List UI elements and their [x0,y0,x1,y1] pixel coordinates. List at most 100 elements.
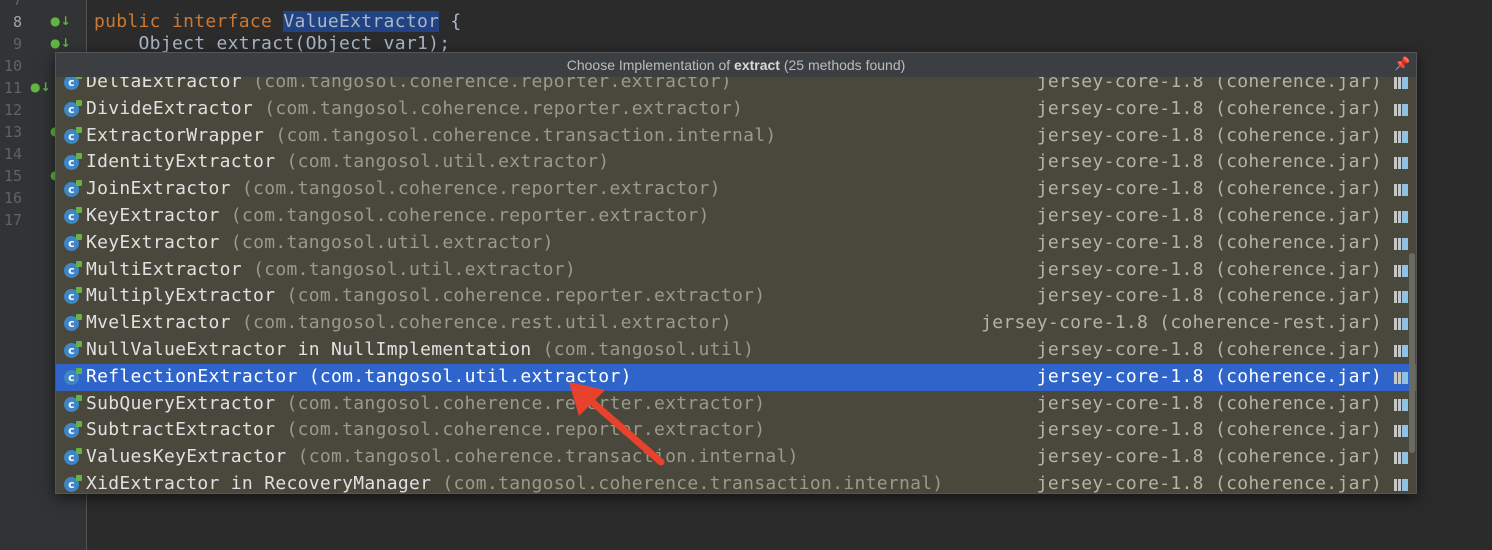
popup-scrollbar[interactable] [1409,253,1415,453]
library-label: jersey-core-1.8 (coherence.jar) [1036,446,1382,468]
library-icon [1394,291,1408,304]
implementation-name: XidExtractor in RecoveryManager (com.tan… [86,471,944,494]
library-icon [1394,318,1408,331]
implemented-icon[interactable]: ●↓ [30,80,51,94]
code-editor[interactable]: 78●↓9●↓1011●↓1213●↓1415●↓1617 public int… [0,0,1492,550]
package-name: (com.tangosol.coherence.reporter.extract… [286,285,766,307]
implementation-name: MvelExtractor (com.tangosol.coherence.re… [86,310,732,337]
class-icon: c [64,206,82,224]
implementation-item[interactable]: c ExtractorWrapper (com.tangosol.coherenc… [56,123,1416,150]
library-label: jersey-core-1.8 (coherence.jar) [1036,231,1382,253]
implementation-item[interactable]: c KeyExtractor (com.tangosol.util.extract… [56,230,1416,257]
line-number: 11 [3,79,22,97]
code-line-8[interactable]: public interface ValueExtractor { [94,11,462,33]
package-name: (com.tangosol.coherence.rest.util.extrac… [241,312,732,334]
implementation-item[interactable]: c JoinExtractor (com.tangosol.coherence.r… [56,176,1416,203]
library-icon [1394,478,1408,491]
library-label: jersey-core-1.8 (coherence.jar) [1036,124,1382,146]
implementation-item[interactable]: c ValuesKeyExtractor (com.tangosol.cohere… [56,444,1416,471]
pin-icon[interactable]: 📌 [1394,57,1410,71]
implementation-item[interactable]: c IdentityExtractor (com.tangosol.util.ex… [56,149,1416,176]
library-icon [1394,184,1408,197]
class-icon: c [64,394,82,412]
implementation-item[interactable]: c SubtractExtractor (com.tangosol.coheren… [56,417,1416,444]
library-label: jersey-core-1.8 (coherence.jar) [1036,365,1382,387]
implementation-item[interactable]: c ReflectionExtractor (com.tangosol.util.… [56,363,1416,391]
class-icon: c [64,180,82,198]
package-name: (com.tangosol.util.extractor) [253,258,577,280]
code-brace: { [439,11,462,32]
package-name: (com.tangosol.coherence.reporter.extract… [241,178,721,200]
line-number: 12 [3,101,22,119]
implementation-name: DivideExtractor (com.tangosol.coherence.… [86,96,743,123]
package-name: (com.tangosol.util.extractor) [230,231,554,253]
class-name: DivideExtractor [86,97,254,119]
implementation-name: ValuesKeyExtractor (com.tangosol.coheren… [86,444,799,471]
library-label: jersey-core-1.8 (coherence.jar) [1036,178,1382,200]
implementation-item[interactable]: c MultiplyExtractor (com.tangosol.coheren… [56,283,1416,310]
library-icon [1394,237,1408,250]
implementation-name: ReflectionExtractor (com.tangosol.util.e… [86,364,632,391]
class-icon: c [64,153,82,171]
library-label: jersey-core-1.8 (coherence.jar) [1036,338,1382,360]
class-icon: c [64,233,82,251]
implementation-item[interactable]: c MvelExtractor (com.tangosol.coherence.r… [56,310,1416,337]
package-name: (com.tangosol.util.extractor) [286,151,610,173]
library-label: jersey-core-1.8 (coherence.jar) [1036,392,1382,414]
class-icon: c [64,73,82,90]
implementation-item[interactable]: c MultiExtractor (com.tangosol.util.extra… [56,257,1416,284]
library-label: jersey-core-1.8 (coherence.jar) [1036,419,1382,441]
choose-implementation-popup[interactable]: c DeltaExtractor (com.tangosol.coherence.… [55,52,1417,494]
implemented-icon[interactable]: ●↓ [50,14,71,28]
implementation-name: NullValueExtractor in NullImplementation… [86,337,754,364]
popup-title-suffix: (25 methods found) [779,57,906,73]
implementation-list[interactable]: c DeltaExtractor (com.tangosol.coherence.… [56,69,1416,494]
line-number: 7 [12,0,22,9]
library-icon [1394,210,1408,223]
library-icon [1394,344,1408,357]
implemented-icon[interactable]: ●↓ [50,36,71,50]
implementation-name: MultiplyExtractor (com.tangosol.coherenc… [86,283,765,310]
implementation-item[interactable]: c DivideExtractor (com.tangosol.coherence… [56,96,1416,123]
implementation-name: IdentityExtractor (com.tangosol.util.ext… [86,149,609,176]
class-name: SubQueryExtractor [86,392,276,414]
class-icon: c [64,448,82,466]
implementation-item[interactable]: c XidExtractor in RecoveryManager (com.ta… [56,471,1416,494]
class-icon: c [64,287,82,305]
class-name: ExtractorWrapper [86,124,265,146]
implementation-name: MultiExtractor (com.tangosol.util.extrac… [86,257,576,284]
package-name: (com.tangosol.coherence.transaction.inte… [442,472,944,494]
package-name: (com.tangosol.coherence.reporter.extract… [264,97,744,119]
implementation-item[interactable]: c KeyExtractor (com.tangosol.coherence.re… [56,203,1416,230]
class-name: KeyExtractor [86,231,220,253]
class-name: ValuesKeyExtractor [86,446,287,468]
line-number: 16 [3,189,22,207]
class-icon: c [64,340,82,358]
library-label: jersey-core-1.8 (coherence.jar) [1036,151,1382,173]
line-number: 15 [3,167,22,185]
library-label: jersey-core-1.8 (coherence.jar) [1036,258,1382,280]
library-icon [1394,452,1408,465]
implementation-name: ExtractorWrapper (com.tangosol.coherence… [86,123,777,150]
library-label: jersey-core-1.8 (coherence.jar) [1036,204,1382,226]
library-icon [1394,77,1408,89]
package-name: (com.tangosol.coherence.transaction.inte… [297,446,799,468]
popup-title-prefix: Choose Implementation of [566,57,735,73]
class-icon: c [64,367,82,385]
implementation-item[interactable]: c NullValueExtractor in NullImplementatio… [56,337,1416,364]
package-name: (com.tangosol.coherence.transaction.inte… [275,124,777,146]
library-icon [1394,130,1408,143]
code-selected-identifier[interactable]: ValueExtractor [283,11,440,32]
implementation-item[interactable]: c SubQueryExtractor (com.tangosol.coheren… [56,391,1416,418]
popup-title-method: extract [734,57,780,73]
class-name: SubtractExtractor [86,419,276,441]
code-keyword: public interface [94,11,284,32]
package-name: (com.tangosol.coherence.reporter.extract… [286,419,766,441]
implementation-name: KeyExtractor (com.tangosol.coherence.rep… [86,203,710,230]
library-icon [1394,425,1408,438]
class-icon: c [64,260,82,278]
line-number: 14 [3,145,22,163]
class-name: ReflectionExtractor [86,365,298,387]
library-icon [1394,157,1408,170]
line-number: 8 [12,13,22,31]
